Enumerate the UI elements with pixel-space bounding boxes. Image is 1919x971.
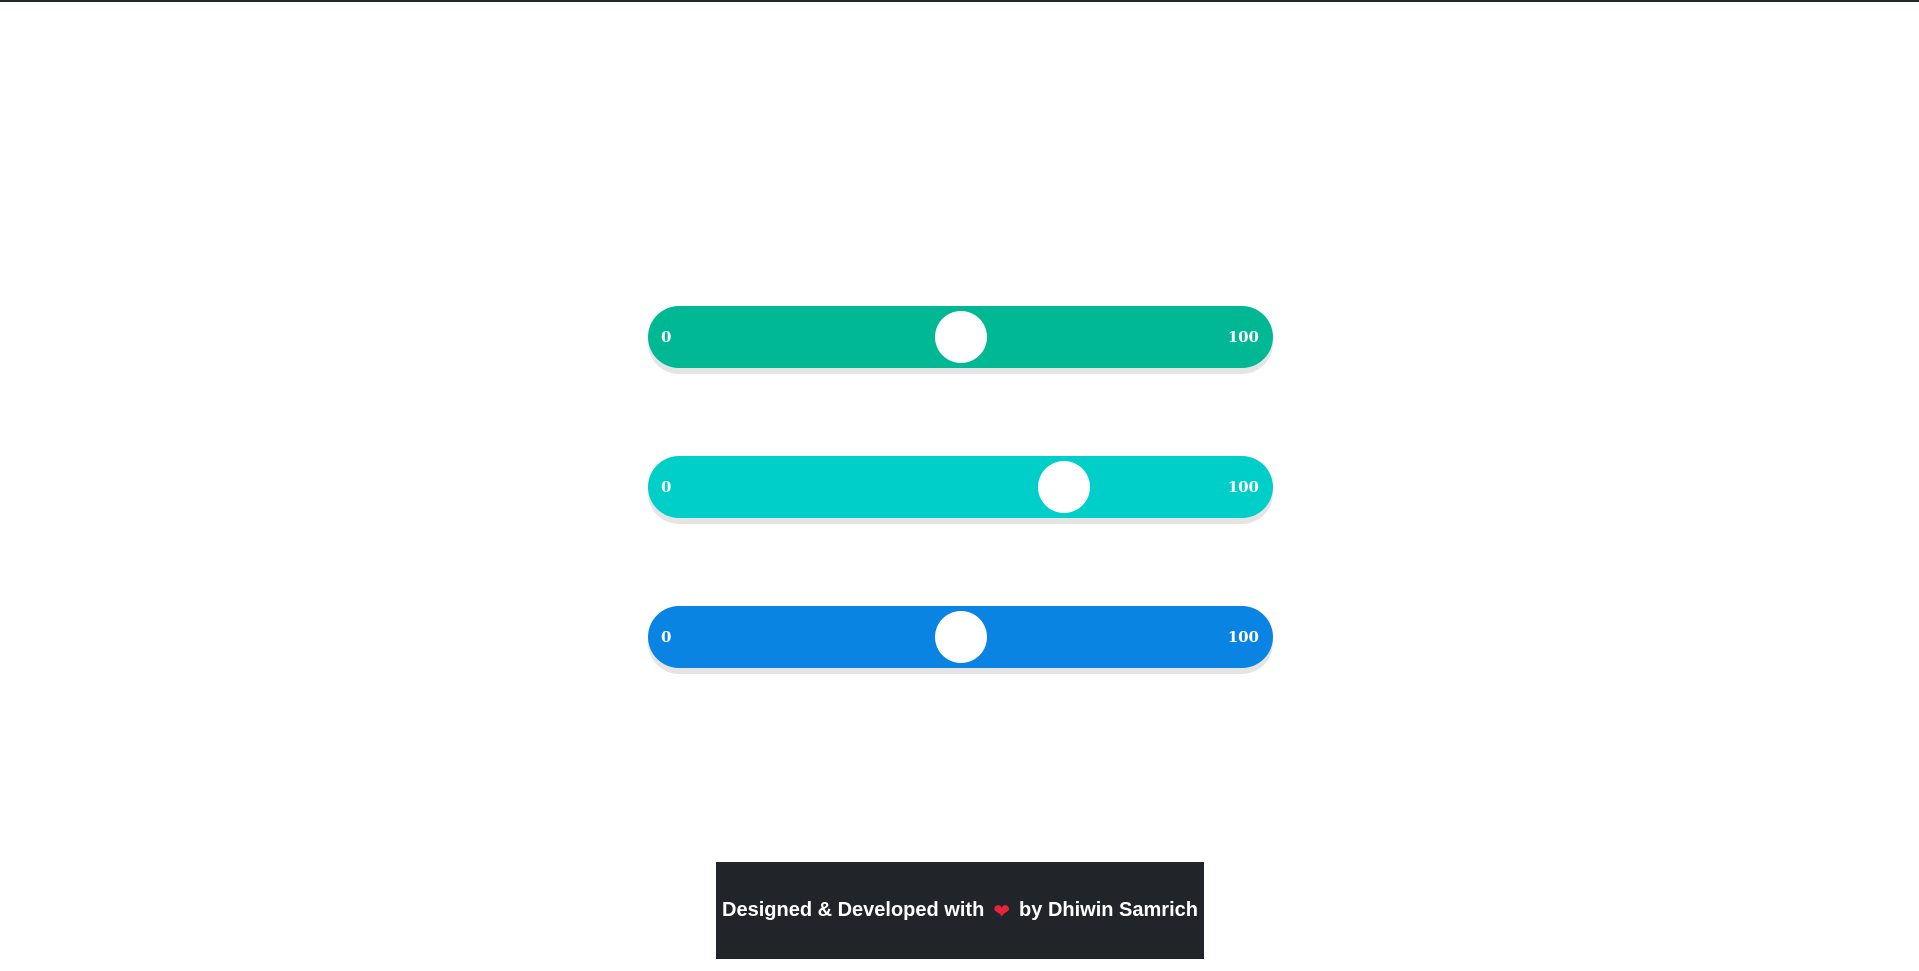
slider-max-label: 100 xyxy=(1227,478,1259,496)
slider-min-label: 0 xyxy=(661,478,672,496)
slider-thumb[interactable] xyxy=(1037,461,1090,513)
range-slider-2[interactable]: 0 100 xyxy=(648,456,1273,518)
slider-thumb[interactable] xyxy=(934,311,987,363)
footer-credit: Designed & Developed with ❤ by Dhiwin Sa… xyxy=(716,862,1204,959)
range-slider-1[interactable]: 0 100 xyxy=(648,306,1273,368)
footer-author-text: by Dhiwin Samrich xyxy=(1019,899,1198,921)
heart-icon: ❤ xyxy=(993,898,1011,923)
range-slider-3[interactable]: 0 100 xyxy=(648,606,1273,668)
footer-prefix-text: Designed & Developed with xyxy=(722,899,985,921)
slider-min-label: 0 xyxy=(661,628,672,646)
slider-min-label: 0 xyxy=(661,328,672,346)
slider-thumb[interactable] xyxy=(934,611,987,663)
top-border xyxy=(0,0,1919,2)
slider-max-label: 100 xyxy=(1227,328,1259,346)
slider-max-label: 100 xyxy=(1227,628,1259,646)
